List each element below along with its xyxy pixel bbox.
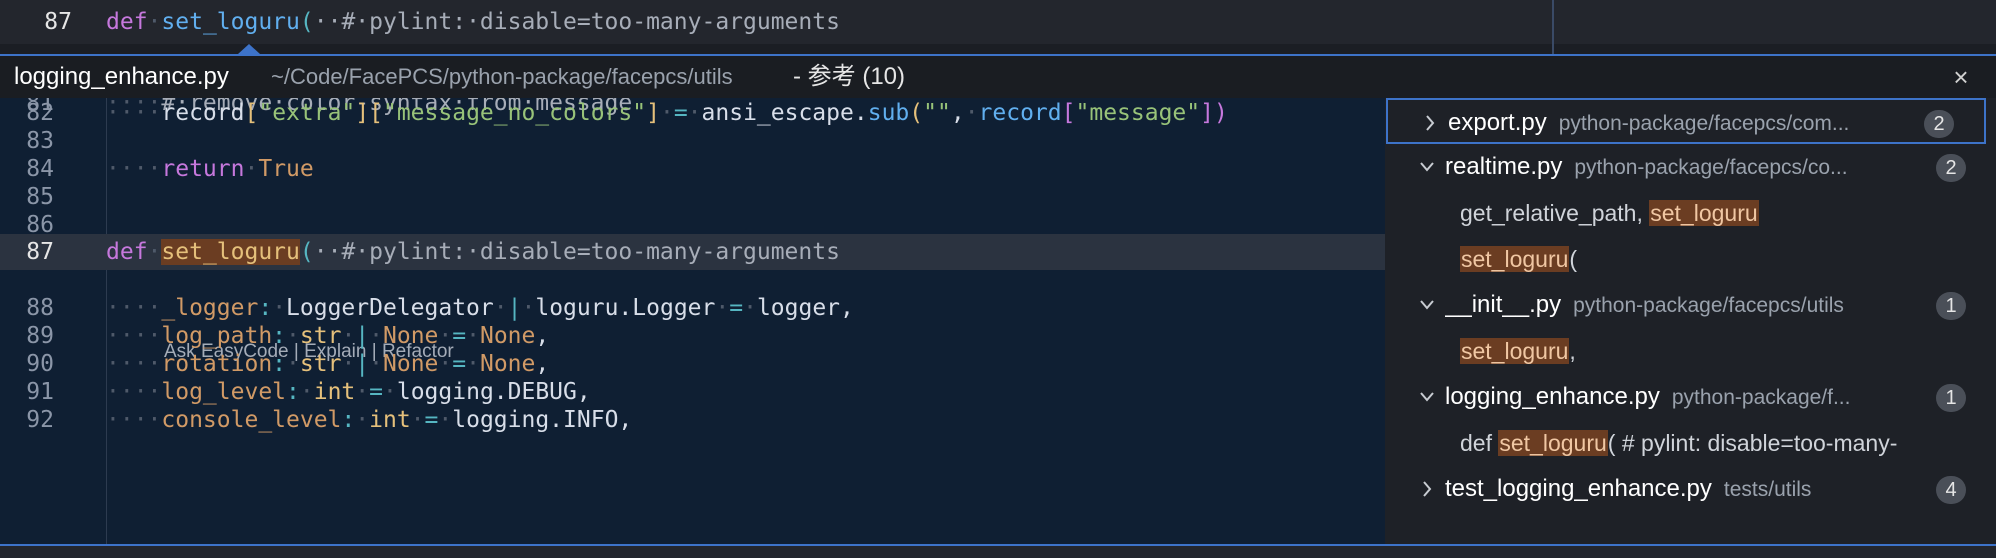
code-token: · (355, 407, 370, 433)
reference-preview: set_loguru, (1460, 328, 1576, 374)
reference-item[interactable]: get_relative_path, set_loguru (1385, 190, 1996, 236)
code-line[interactable]: 87 def·set_loguru(··#·pylint:·disable=too… (0, 234, 1385, 270)
code-token: ···· (106, 407, 162, 433)
reference-file-label: realtime.py python-package/facepcs/co... (1445, 144, 1848, 190)
chevron-down-icon[interactable] (1415, 374, 1439, 420)
reference-text: ( # pylint: disable=too-many- (1607, 430, 1898, 456)
peek-file-path: ~/Code/FacePCS/python-package/facepcs/ut… (271, 64, 733, 89)
chevron-down-icon[interactable] (1415, 282, 1439, 328)
reference-file-dir: python-package/facepcs/utils (1573, 294, 1844, 317)
code-token: def (106, 239, 148, 265)
reference-file-name: __init__.py (1445, 291, 1562, 318)
reference-match: set_loguru (1460, 338, 1570, 364)
reference-file-dir: python-package/facepcs/co... (1574, 156, 1848, 179)
line-number: 87 (26, 239, 54, 265)
editor-bottom-strip (0, 546, 1996, 558)
line-number: 92 (26, 407, 54, 433)
chevron-right-icon[interactable] (1418, 100, 1442, 146)
references-tree[interactable]: export.py python-package/facepcs/com... 2 r… (1385, 98, 1996, 544)
peek-arrow (238, 44, 260, 54)
reference-text: , (1569, 338, 1576, 364)
reference-file-dir: python-package/facepcs/com... (1558, 112, 1850, 135)
line-number: 87 (44, 9, 72, 35)
code-line[interactable]: def·set_loguru(··#·pylint:·disable=too-m… (106, 0, 840, 44)
reference-count-badge: 4 (1936, 476, 1966, 504)
reference-file-label: logging_enhance.py python-package/f... (1445, 374, 1850, 420)
reference-preview: def set_loguru( # pylint: disable=too-ma… (1460, 420, 1897, 466)
reference-match: set_loguru (1460, 246, 1570, 272)
chevron-right-icon[interactable] (1415, 466, 1439, 512)
reference-file-name: test_logging_enhance.py (1445, 475, 1712, 502)
peek-reference-count: - 参考 (10) (793, 63, 906, 90)
peek-editor[interactable]: Ask EasyCode | Explain | Refactor 81 ····… (0, 98, 1385, 544)
reference-file-item[interactable]: logging_enhance.py python-package/f... 1 (1385, 374, 1996, 420)
code-token: logging.INFO, (452, 407, 633, 433)
editor-top-line[interactable]: 87 def·set_loguru(··#·pylint:·disable=to… (0, 0, 1996, 44)
code-token: set_loguru (161, 239, 300, 265)
reference-file-dir: python-package/f... (1671, 386, 1851, 409)
reference-preview: get_relative_path, set_loguru (1460, 190, 1759, 236)
reference-count-badge: 2 (1936, 154, 1966, 182)
code-token: ··#·pylint:·disable=too-many-arguments (313, 239, 840, 265)
peek-file-name[interactable]: logging_enhance.py (14, 56, 229, 98)
reference-text: get_relative_path, (1460, 200, 1650, 226)
code-text: ····console_level:·int·=·logging.INFO, (106, 402, 632, 438)
reference-item[interactable]: def set_loguru( # pylint: disable=too-ma… (1385, 420, 1996, 466)
peek-header: logging_enhance.py ~/Code/FacePCS/python… (0, 56, 1996, 98)
reference-match: set_loguru (1498, 430, 1608, 456)
code-token: ( (299, 239, 314, 265)
reference-file-name: realtime.py (1445, 153, 1563, 180)
reference-item[interactable]: set_loguru, (1385, 328, 1996, 374)
code-token: console_level (161, 407, 342, 433)
code-text: def·set_loguru(··#·pylint:·disable=too-m… (106, 234, 840, 270)
code-token: def (106, 9, 148, 35)
reference-file-name: logging_enhance.py (1445, 383, 1660, 410)
reference-file-item[interactable]: test_logging_enhance.py tests/utils 4 (1385, 466, 1996, 512)
code-token: · (147, 239, 162, 265)
reference-preview: set_loguru( (1460, 236, 1577, 282)
reference-file-name: export.py (1448, 109, 1547, 136)
reference-text: ( (1569, 246, 1578, 272)
reference-file-item[interactable]: realtime.py python-package/facepcs/co... 2 (1385, 144, 1996, 190)
close-icon[interactable]: × (1948, 56, 1974, 98)
reference-file-label: __init__.py python-package/facepcs/utils (1445, 282, 1844, 328)
reference-file-label: test_logging_enhance.py tests/utils (1445, 466, 1811, 512)
reference-file-dir: tests/utils (1723, 478, 1812, 501)
code-token: int (369, 407, 411, 433)
reference-file-item[interactable]: __init__.py python-package/facepcs/utils 1 (1385, 282, 1996, 328)
reference-file-item[interactable]: export.py python-package/facepcs/com... 2 (1386, 98, 1986, 144)
chevron-down-icon[interactable] (1415, 144, 1439, 190)
reference-count-badge: 2 (1924, 110, 1954, 138)
reference-count-badge: 1 (1936, 292, 1966, 320)
reference-count-badge: 1 (1936, 384, 1966, 412)
code-token: set_loguru (161, 9, 300, 35)
code-line[interactable]: 92 ····console_level:·int·=·logging.INFO, (0, 402, 1385, 438)
code-token: · (438, 407, 453, 433)
code-token: · (147, 9, 162, 35)
code-token: : (341, 407, 356, 433)
code-token: = (424, 407, 439, 433)
code-token: ··#·pylint:·disable=too-many-arguments (313, 9, 840, 35)
reference-match: set_loguru (1649, 200, 1759, 226)
reference-text: def (1460, 430, 1499, 456)
code-token: · (410, 407, 425, 433)
reference-item[interactable]: set_loguru( (1385, 236, 1996, 282)
reference-file-label: export.py python-package/facepcs/com... (1448, 100, 1849, 146)
code-token: ( (299, 9, 314, 35)
